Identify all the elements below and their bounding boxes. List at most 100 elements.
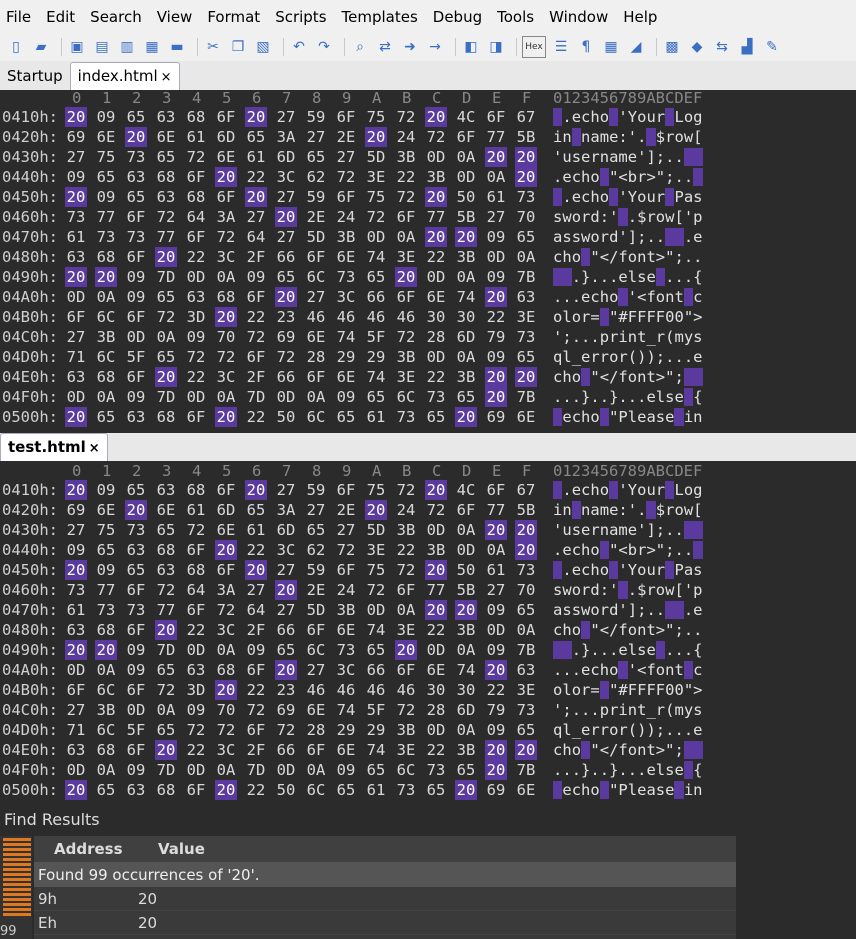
- hex-byte[interactable]: 5F: [125, 347, 147, 367]
- hex-byte[interactable]: 6D: [215, 127, 237, 147]
- hex-byte[interactable]: 09: [125, 387, 147, 407]
- hex-byte[interactable]: 6E: [305, 327, 327, 347]
- hex-byte[interactable]: 28: [305, 720, 327, 740]
- hex-byte[interactable]: 20: [395, 640, 417, 660]
- hex-byte[interactable]: 23: [275, 307, 297, 327]
- hex-byte[interactable]: 27: [275, 480, 297, 500]
- hex-byte[interactable]: 73: [125, 520, 147, 540]
- hex-byte[interactable]: 65: [455, 387, 477, 407]
- hex-byte[interactable]: 6C: [305, 267, 327, 287]
- hex-byte[interactable]: 20: [515, 740, 537, 760]
- hex-byte[interactable]: 27: [485, 207, 507, 227]
- hex-byte[interactable]: 75: [95, 520, 117, 540]
- hex-byte[interactable]: 68: [185, 187, 207, 207]
- hex-byte[interactable]: 72: [335, 540, 357, 560]
- hex-byte[interactable]: 20: [485, 660, 507, 680]
- table-row[interactable]: Eh 20: [34, 911, 736, 935]
- hex-byte[interactable]: 22: [425, 247, 447, 267]
- hex-byte[interactable]: 69: [275, 700, 297, 720]
- hex-byte[interactable]: 69: [275, 327, 297, 347]
- hex-byte[interactable]: 65: [155, 147, 177, 167]
- hex-byte[interactable]: 73: [395, 407, 417, 427]
- hex-byte[interactable]: 6F: [335, 480, 357, 500]
- ascii-text[interactable]: .echo 'Your Pas: [553, 560, 703, 580]
- hex-byte[interactable]: 65: [365, 267, 387, 287]
- hex-byte[interactable]: 7D: [155, 640, 177, 660]
- hex-byte[interactable]: 6E: [335, 620, 357, 640]
- save-all-icon[interactable]: ▤: [92, 36, 112, 58]
- hex-byte[interactable]: 0D: [455, 167, 477, 187]
- hex-byte[interactable]: 27: [65, 700, 87, 720]
- hex-byte[interactable]: 73: [65, 207, 87, 227]
- hex-byte[interactable]: 72: [215, 720, 237, 740]
- hex-byte[interactable]: 0D: [65, 387, 87, 407]
- table-row[interactable]: 9h 20: [34, 887, 736, 911]
- hex-byte[interactable]: 20: [425, 600, 447, 620]
- hex-byte[interactable]: 68: [155, 780, 177, 800]
- hex-byte[interactable]: 65: [245, 500, 267, 520]
- hex-byte[interactable]: 63: [125, 540, 147, 560]
- hex-byte[interactable]: 30: [425, 680, 447, 700]
- ascii-text[interactable]: in name:'. $row[: [553, 127, 703, 147]
- hex-byte[interactable]: 77: [155, 600, 177, 620]
- hex-byte[interactable]: 20: [65, 560, 87, 580]
- hex-byte[interactable]: 63: [185, 287, 207, 307]
- hex-byte[interactable]: 6F: [185, 227, 207, 247]
- hex-byte[interactable]: 68: [185, 480, 207, 500]
- ascii-text[interactable]: olor= "#FFFF00">: [553, 307, 703, 327]
- hex-byte[interactable]: 74: [455, 287, 477, 307]
- hex-byte[interactable]: 71: [65, 347, 87, 367]
- hex-byte[interactable]: 46: [395, 307, 417, 327]
- hex-byte[interactable]: 6F: [305, 247, 327, 267]
- hex-byte[interactable]: 46: [335, 307, 357, 327]
- hex-byte[interactable]: 4C: [455, 480, 477, 500]
- find-results-overview[interactable]: 99: [0, 836, 32, 939]
- hex-byte[interactable]: 72: [395, 327, 417, 347]
- hex-byte[interactable]: 6F: [215, 560, 237, 580]
- hex-byte[interactable]: 75: [365, 480, 387, 500]
- hex-byte[interactable]: 6C: [95, 680, 117, 700]
- hex-byte[interactable]: 20: [515, 147, 537, 167]
- column-address[interactable]: Address: [34, 840, 134, 858]
- hex-byte[interactable]: 65: [95, 540, 117, 560]
- hex-byte[interactable]: 6E: [95, 127, 117, 147]
- hex-byte[interactable]: 20: [215, 780, 237, 800]
- hex-byte[interactable]: 22: [245, 680, 267, 700]
- hex-byte[interactable]: 72: [155, 307, 177, 327]
- hex-byte[interactable]: 28: [425, 700, 447, 720]
- hex-byte[interactable]: 63: [125, 407, 147, 427]
- hex-byte[interactable]: 09: [125, 287, 147, 307]
- hex-byte[interactable]: 0D: [425, 720, 447, 740]
- hex-byte[interactable]: 5F: [365, 700, 387, 720]
- ascii-text[interactable]: echo "Please in: [553, 780, 703, 800]
- hex-byte[interactable]: 3C: [335, 660, 357, 680]
- ascii-text[interactable]: ';...print_r(mys: [553, 327, 703, 347]
- hex-byte[interactable]: 75: [365, 107, 387, 127]
- hex-byte[interactable]: 75: [95, 147, 117, 167]
- hex-byte[interactable]: 73: [65, 580, 87, 600]
- hex-byte[interactable]: 20: [485, 367, 507, 387]
- hex-byte[interactable]: 09: [485, 600, 507, 620]
- hex-byte[interactable]: 20: [395, 267, 417, 287]
- menu-file[interactable]: File: [6, 8, 31, 26]
- hex-byte[interactable]: 65: [125, 480, 147, 500]
- hex-byte[interactable]: 20: [65, 107, 87, 127]
- undo-icon[interactable]: ↶: [289, 36, 309, 58]
- hex-byte[interactable]: 20: [65, 640, 87, 660]
- hex-byte[interactable]: 0A: [455, 147, 477, 167]
- hex-byte[interactable]: 0D: [425, 640, 447, 660]
- hex-byte[interactable]: 72: [275, 720, 297, 740]
- hex-byte[interactable]: 09: [125, 760, 147, 780]
- hex-byte[interactable]: 65: [155, 720, 177, 740]
- hex-byte[interactable]: 59: [305, 480, 327, 500]
- hex-byte[interactable]: 20: [245, 480, 267, 500]
- hex-byte[interactable]: 65: [155, 287, 177, 307]
- highlight-icon[interactable]: ◢: [626, 36, 646, 58]
- hex-byte[interactable]: 68: [155, 540, 177, 560]
- menu-format[interactable]: Format: [207, 8, 260, 26]
- hex-byte[interactable]: 3E: [515, 680, 537, 700]
- ascii-text[interactable]: ql_error());...e: [553, 347, 703, 367]
- hex-byte[interactable]: 2F: [245, 740, 267, 760]
- hex-byte[interactable]: 66: [275, 620, 297, 640]
- hex-byte[interactable]: 27: [275, 600, 297, 620]
